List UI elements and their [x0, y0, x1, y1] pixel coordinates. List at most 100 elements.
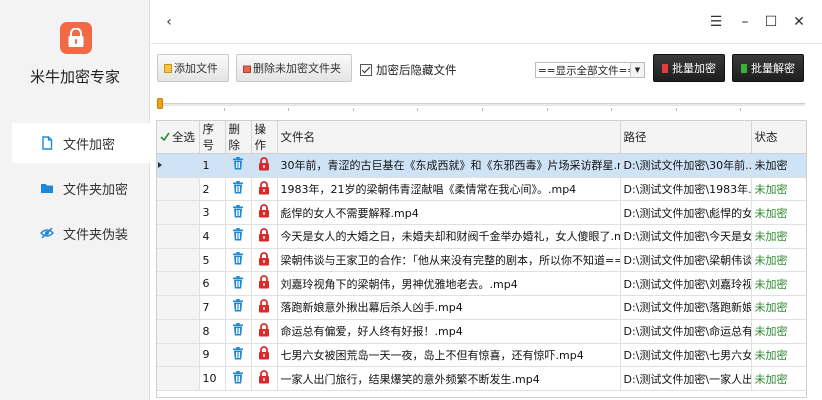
table-row[interactable]: 4 今天是女人的大婚之日，未婚夫却和财阀千金举办婚礼，女人傻眼了.mp4 D:\测试…: [157, 224, 806, 249]
add-file-label: 添加文件: [174, 62, 218, 75]
trash-icon: [232, 157, 244, 173]
sidebar-item-file-encrypt[interactable]: 文件加密: [12, 123, 150, 163]
row-number: 8: [199, 319, 226, 344]
row-selector[interactable]: [157, 248, 200, 273]
column-header-delete: 删除: [225, 121, 252, 154]
status-cell: 未加密: [751, 295, 806, 320]
current-row-arrow-icon: [158, 162, 162, 168]
delete-row-button[interactable]: [225, 200, 252, 226]
file-filter-value: ==显示全部文件==: [538, 64, 637, 77]
batch-encrypt-button[interactable]: 批量加密: [653, 54, 725, 82]
progress-tick: [546, 108, 548, 111]
row-number: 2: [199, 177, 226, 202]
delete-row-button[interactable]: [225, 366, 252, 391]
hide-after-encrypt-label: 加密后隐藏文件: [376, 63, 457, 77]
column-header-status[interactable]: 状态: [751, 121, 806, 154]
file-path-cell: D:\测试文件加密\命运总有...: [620, 319, 752, 344]
sidebar-item-label: 文件夹伪装: [63, 227, 129, 243]
trash-icon: [232, 299, 244, 315]
table-row[interactable]: 8 命运总有偏爱，好人终有好报！.mp4 D:\测试文件加密\命运总有... 未加密: [157, 319, 806, 344]
table-row[interactable]: 5 梁朝伟谈与王家卫的合作：「他从来没有完整的剧本，所以你不知道==.m D:\测试…: [157, 248, 806, 273]
delete-row-button[interactable]: [225, 319, 252, 344]
delete-row-button[interactable]: [225, 271, 252, 297]
file-path-cell: D:\测试文件加密\彪悍的女...: [620, 200, 752, 226]
hide-after-encrypt-checkbox[interactable]: 加密后隐藏文件: [360, 62, 457, 78]
column-header-path[interactable]: 路径: [620, 121, 752, 154]
lock-icon: [258, 228, 270, 245]
row-selector[interactable]: [157, 271, 200, 297]
row-selector[interactable]: [157, 200, 200, 226]
chevron-down-icon: ▼: [630, 63, 644, 77]
back-icon[interactable]: ‹: [161, 14, 177, 30]
row-number: 7: [199, 295, 226, 320]
row-selector[interactable]: [157, 295, 200, 320]
progress-tick: [288, 108, 290, 111]
encrypt-row-button[interactable]: [251, 248, 278, 273]
app-logo-lock-icon: [60, 22, 92, 54]
add-file-button[interactable]: 添加文件: [157, 54, 229, 82]
trash-icon: [232, 346, 244, 363]
toolbar: 添加文件 删除未加密文件夹 加密后隐藏文件 ==显示全部文件== ▼ 批量加密 …: [151, 44, 822, 96]
encrypt-row-button[interactable]: [251, 224, 278, 249]
remove-unencrypted-button[interactable]: 删除未加密文件夹: [236, 54, 352, 82]
progress-thumb[interactable]: [157, 98, 163, 109]
row-selector[interactable]: [157, 366, 200, 391]
encrypt-row-button[interactable]: [251, 343, 278, 368]
add-file-icon: [164, 63, 172, 73]
delete-row-button[interactable]: [225, 343, 252, 368]
encrypt-row-button[interactable]: [251, 153, 278, 178]
batch-decrypt-button[interactable]: 批量解密: [732, 54, 804, 82]
table-row[interactable]: 2 1983年，21岁的梁朝伟青涩献唱《柔情常在我心间》。.mp4 D:\测试文件加…: [157, 177, 806, 202]
row-selector[interactable]: [157, 343, 200, 368]
encrypt-row-button[interactable]: [251, 177, 278, 202]
delete-row-button[interactable]: [225, 295, 252, 320]
column-header-filename[interactable]: 文件名: [277, 121, 621, 154]
sidebar-item-folder-disguise[interactable]: 文件夹伪装: [12, 213, 150, 253]
select-all-label: 全选: [172, 130, 195, 144]
file-name-cell: 七男六女被困荒岛一天一夜，岛上不但有惊喜，还有惊吓.mp4: [277, 343, 621, 368]
file-path-cell: D:\测试文件加密\梁朝伟谈...: [620, 248, 752, 273]
encrypt-row-button[interactable]: [251, 319, 278, 344]
delete-row-button[interactable]: [225, 153, 252, 178]
delete-row-button[interactable]: [225, 248, 252, 273]
row-selector[interactable]: [157, 177, 200, 202]
table-row[interactable]: 9 七男六女被困荒岛一天一夜，岛上不但有惊喜，还有惊吓.mp4 D:\测试文件加密\…: [157, 343, 806, 368]
table-row[interactable]: 6 刘嘉玲视角下的梁朝伟，男神优雅地老去。.mp4 D:\测试文件加密\刘嘉玲视..…: [157, 271, 806, 297]
close-icon[interactable]: ✕: [791, 14, 807, 30]
encrypt-row-button[interactable]: [251, 366, 278, 391]
progress-tick: [417, 108, 419, 111]
progress-tick: [740, 108, 742, 111]
file-name-cell: 30年前，青涩的古巨基在《东成西就》和《东邪西毒》片场采访群星.mp4: [277, 153, 621, 178]
delete-row-button[interactable]: [225, 177, 252, 202]
app-title: 米牛加密专家: [29, 68, 120, 86]
file-filter-select[interactable]: ==显示全部文件== ▼: [535, 62, 645, 78]
sidebar-item-folder-encrypt[interactable]: 文件夹加密: [12, 168, 150, 208]
row-number: 6: [199, 271, 226, 297]
row-selector[interactable]: [157, 224, 200, 249]
sidebar-item-label: 文件加密: [63, 137, 116, 153]
encrypt-row-button[interactable]: [251, 295, 278, 320]
progress-slider[interactable]: [157, 97, 805, 111]
row-selector[interactable]: [157, 319, 200, 344]
row-number: 1: [199, 153, 226, 178]
table-row[interactable]: 3 彪悍的女人不需要解释.mp4 D:\测试文件加密\彪悍的女... 未加密: [157, 200, 806, 226]
file-name-cell: 命运总有偏爱，好人终有好报！.mp4: [277, 319, 621, 344]
encrypt-row-button[interactable]: [251, 271, 278, 297]
minimize-icon[interactable]: –: [737, 14, 753, 30]
file-path-cell: D:\测试文件加密\30年前...: [620, 153, 752, 178]
encrypt-row-button[interactable]: [251, 200, 278, 226]
menu-icon[interactable]: ☰: [708, 14, 724, 30]
delete-row-button[interactable]: [225, 224, 252, 249]
row-number: 9: [199, 343, 226, 368]
maximize-icon[interactable]: ☐: [763, 14, 779, 30]
row-number: 4: [199, 224, 226, 249]
row-selector[interactable]: [157, 153, 200, 178]
select-all-header[interactable]: 全选: [157, 121, 200, 154]
table-row[interactable]: 1 30年前，青涩的古巨基在《东成西就》和《东邪西毒》片场采访群星.mp4 D:\测…: [157, 153, 806, 178]
trash-icon: [232, 370, 244, 387]
eye-slash-icon: [40, 227, 54, 239]
table-row[interactable]: 7 落跑新娘意外揪出幕后杀人凶手.mp4 D:\测试文件加密\落跑新娘... 未加密: [157, 295, 806, 320]
lock-icon: [258, 370, 270, 387]
batch-decrypt-label: 批量解密: [751, 62, 795, 75]
table-row[interactable]: 10 一家人出门旅行，结果爆笑的意外频繁不断发生.mp4 D:\测试文件加密\一家人…: [157, 366, 806, 391]
